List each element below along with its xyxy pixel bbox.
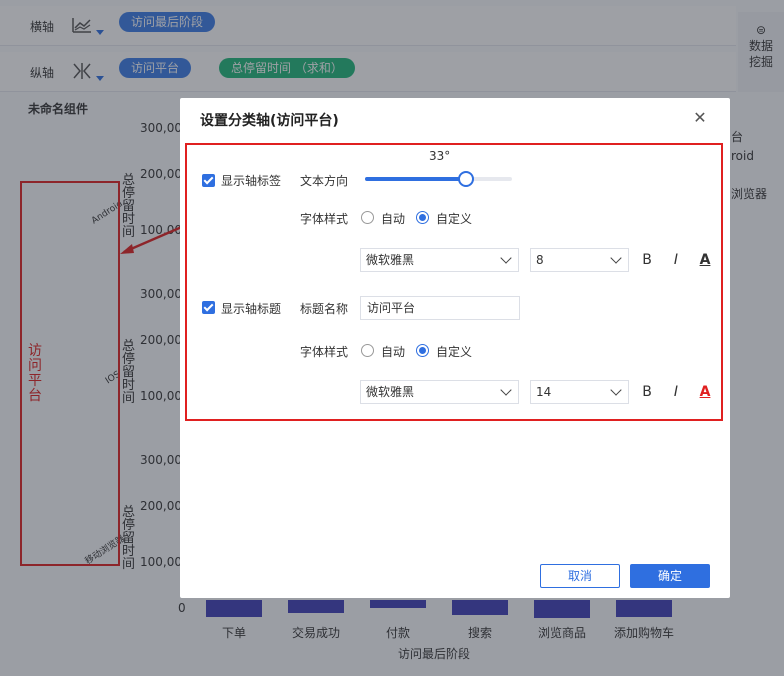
label-font-custom-label: 自定义 (436, 212, 473, 226)
italic-icon[interactable]: I (668, 384, 684, 400)
text-direction-label: 文本方向 (300, 174, 349, 188)
chevron-down-icon (500, 252, 512, 264)
title-font-auto-radio[interactable] (361, 344, 374, 357)
label-font-size-select[interactable]: 8 (530, 248, 629, 272)
label-font-size-value: 8 (536, 253, 544, 267)
title-font-family-select[interactable]: 微软雅黑 (360, 380, 519, 404)
title-font-style-label: 字体样式 (300, 345, 349, 359)
chevron-down-icon (500, 384, 512, 396)
title-font-custom-radio[interactable] (416, 344, 429, 357)
angle-value: 33° (429, 149, 451, 163)
font-color-icon[interactable]: A (697, 384, 713, 400)
title-name-label: 标题名称 (300, 302, 349, 316)
title-font-auto-label: 自动 (381, 345, 406, 359)
title-font-size-value: 14 (536, 385, 552, 399)
chevron-down-icon (610, 252, 622, 264)
title-font-size-select[interactable]: 14 (530, 380, 629, 404)
cancel-button[interactable]: 取消 (540, 564, 620, 588)
title-font-custom-label: 自定义 (436, 345, 473, 359)
show-title-label: 显示轴标题 (221, 302, 282, 316)
font-color-icon[interactable]: A (697, 252, 713, 268)
title-name-input[interactable]: 访问平台 (360, 296, 520, 320)
label-font-auto-label: 自动 (381, 212, 406, 226)
label-font-auto-radio[interactable] (361, 211, 374, 224)
close-icon[interactable]: ✕ (690, 108, 710, 128)
italic-icon[interactable]: I (668, 252, 684, 268)
label-font-family-select[interactable]: 微软雅黑 (360, 248, 519, 272)
label-font-family-value: 微软雅黑 (366, 253, 415, 267)
bold-icon[interactable]: B (639, 252, 655, 268)
chevron-down-icon (610, 384, 622, 396)
angle-slider-fill (365, 177, 467, 181)
show-title-checkbox[interactable] (202, 301, 215, 314)
dialog-title: 设置分类轴(访问平台) (200, 113, 339, 129)
show-labels-label: 显示轴标签 (221, 174, 282, 188)
bold-icon[interactable]: B (639, 384, 655, 400)
title-font-family-value: 微软雅黑 (366, 385, 415, 399)
label-font-style-label: 字体样式 (300, 212, 349, 226)
label-font-custom-radio[interactable] (416, 211, 429, 224)
ok-button[interactable]: 确定 (630, 564, 710, 588)
show-labels-checkbox[interactable] (202, 174, 215, 187)
